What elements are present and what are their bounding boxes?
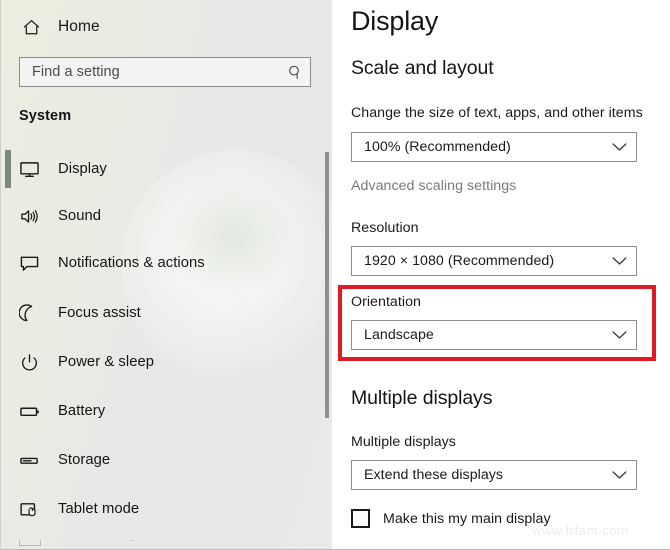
search-input[interactable]: Find a setting (19, 57, 311, 87)
sidebar-item-label: Storage (58, 452, 111, 468)
scale-and-layout-heading: Scale and layout (351, 57, 494, 79)
chevron-down-icon (602, 470, 636, 480)
page-title: Display (351, 6, 439, 36)
multiple-displays-field-label: Multiple displays (351, 434, 456, 450)
search-icon[interactable] (280, 64, 310, 81)
resolution-dropdown-value: 1920 × 1080 (Recommended) (364, 253, 555, 269)
battery-icon (19, 400, 45, 422)
moon-icon (19, 302, 45, 324)
sidebar-item-home[interactable]: Home (1, 8, 332, 46)
sidebar-item-label: Tablet mode (58, 501, 140, 517)
power-icon (19, 351, 45, 373)
sidebar-item-label: Sound (58, 208, 102, 224)
search-placeholder: Find a setting (32, 64, 120, 80)
main-display-checkbox-row[interactable]: Make this my main display (351, 509, 551, 528)
sidebar-item-label: Notifications & actions (58, 255, 205, 271)
partial-icon (19, 540, 41, 546)
checkbox-unchecked-icon[interactable] (351, 509, 370, 528)
sidebar-scrollbar-thumb[interactable] (325, 152, 329, 418)
speaker-icon (19, 205, 45, 227)
sidebar-home-label: Home (58, 18, 100, 35)
orientation-field-label: Orientation (351, 294, 421, 310)
sidebar-section-heading: System (19, 108, 72, 124)
orientation-dropdown[interactable]: Landscape (351, 320, 637, 350)
sidebar-item-display[interactable]: Display (1, 150, 332, 188)
sidebar-item-storage[interactable]: Storage (1, 441, 332, 479)
resolution-field-label: Resolution (351, 220, 419, 236)
settings-window: Home Find a setting System Display Sound… (0, 0, 670, 550)
sidebar-item-label: Focus assist (58, 305, 141, 321)
home-icon (19, 18, 43, 37)
chat-bubble-icon (19, 252, 45, 274)
sidebar-item-label: Display (58, 161, 107, 177)
chevron-down-icon (602, 142, 636, 152)
sidebar-item-label: Battery (58, 403, 106, 419)
multiple-displays-dropdown-value: Extend these displays (364, 467, 504, 483)
sidebar-item-tablet-mode[interactable]: Tablet mode (1, 490, 332, 528)
content-pane: Display Scale and layout Change the size… (332, 0, 670, 549)
storage-icon (19, 449, 45, 471)
sidebar-item-sound[interactable]: Sound (1, 197, 332, 235)
multiple-displays-dropdown[interactable]: Extend these displays (351, 460, 637, 490)
scale-dropdown[interactable]: 100% (Recommended) (351, 132, 637, 162)
sidebar-item-partial-cutoff[interactable]: Multitasking (1, 540, 332, 549)
sidebar-item-notifications[interactable]: Notifications & actions (1, 244, 332, 282)
main-display-checkbox-label: Make this my main display (383, 510, 551, 527)
advanced-scaling-settings-link[interactable]: Advanced scaling settings (351, 178, 516, 194)
sidebar-item-battery[interactable]: Battery (1, 392, 332, 430)
sidebar: Home Find a setting System Display Sound… (1, 0, 332, 549)
resolution-dropdown[interactable]: 1920 × 1080 (Recommended) (351, 246, 637, 276)
sidebar-item-focus-assist[interactable]: Focus assist (1, 294, 332, 332)
sidebar-item-label: Power & sleep (58, 354, 155, 370)
scale-field-label: Change the size of text, apps, and other… (351, 105, 643, 121)
chevron-down-icon (602, 330, 636, 340)
orientation-dropdown-value: Landscape (364, 327, 434, 343)
partial-label: Multitasking (58, 540, 136, 542)
scale-dropdown-value: 100% (Recommended) (364, 139, 511, 155)
monitor-icon (19, 158, 45, 180)
tablet-mode-icon (19, 498, 45, 520)
sidebar-item-power-sleep[interactable]: Power & sleep (1, 343, 332, 381)
multiple-displays-heading: Multiple displays (351, 387, 493, 409)
chevron-down-icon (602, 256, 636, 266)
watermark: www.frfam.com (532, 523, 629, 538)
